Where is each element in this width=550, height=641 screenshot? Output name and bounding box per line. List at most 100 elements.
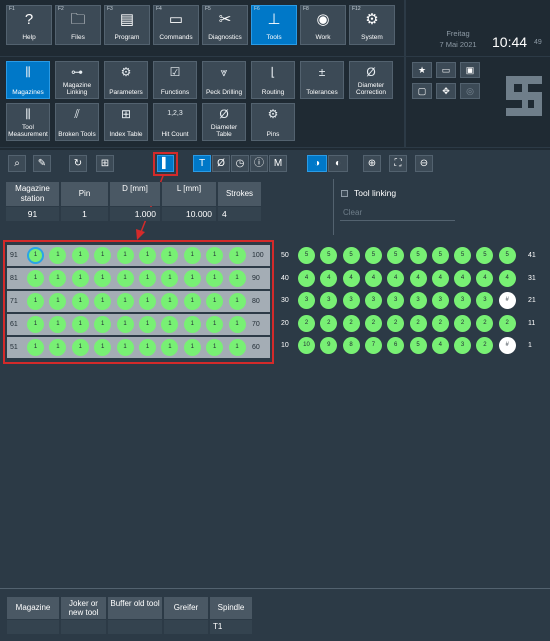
magazine-pin[interactable]: 3 xyxy=(454,292,472,309)
window-icon[interactable]: ▢ xyxy=(412,83,432,99)
magazine-pin[interactable]: 3 xyxy=(454,337,472,354)
magazine-pin[interactable]: 2 xyxy=(409,314,427,332)
magazine-pin[interactable]: 9 xyxy=(320,337,338,354)
magazine-pin[interactable]: 1 xyxy=(206,247,224,264)
magazine-pin[interactable]: 2 xyxy=(387,314,405,332)
magazine-pin[interactable]: 1 xyxy=(94,316,112,333)
parameters-button[interactable]: ⚙ Parameters xyxy=(104,61,148,99)
pins-button[interactable]: ⚙ Pins xyxy=(251,103,295,141)
refresh-search-icon[interactable]: ↻ xyxy=(69,155,87,172)
magazine-pin[interactable]: 4 xyxy=(387,269,405,287)
binoculars-icon[interactable]: ◎ xyxy=(460,83,480,99)
magazine-pin[interactable]: 4 xyxy=(342,269,360,287)
magazine-pin[interactable]: 1 xyxy=(94,247,112,264)
magazine-pin[interactable]: 1 xyxy=(139,339,156,356)
tool-measurement-button[interactable]: ⫼ Tool Measurement xyxy=(6,103,50,141)
magazine-pin[interactable]: 5 xyxy=(498,247,516,264)
magazine-pin[interactable]: 4 xyxy=(476,269,494,287)
magazine-pin[interactable]: 1 xyxy=(139,293,156,310)
keyboard-icon[interactable]: ▭ xyxy=(436,62,456,78)
magazine-pin[interactable]: 1 xyxy=(228,316,246,333)
magazine-pin[interactable]: 5 xyxy=(320,247,338,264)
magazine-pin[interactable]: 1 xyxy=(49,247,67,264)
magazine-pin[interactable]: 3 xyxy=(364,292,382,309)
program-button[interactable]: F3 ▤ Program xyxy=(104,5,150,45)
magazine-pin[interactable]: 3 xyxy=(342,292,360,309)
magazine-pin[interactable]: 1 xyxy=(228,270,246,287)
magazine-pin[interactable]: 1 xyxy=(116,316,134,333)
mode-diameter-button[interactable]: Ø xyxy=(212,155,230,172)
magazine-pin[interactable]: 2 xyxy=(476,314,494,332)
magazine-pin[interactable]: 1 xyxy=(71,247,89,264)
search-icon[interactable]: ⌕ xyxy=(8,155,26,172)
index-table-button[interactable]: ⊞ Index Table xyxy=(104,103,148,141)
magazine-pin[interactable]: 1 xyxy=(183,316,201,333)
magazine-pin[interactable]: 1 xyxy=(71,270,89,287)
magazine-pin[interactable]: # xyxy=(498,337,516,354)
magazine-pin[interactable]: 4 xyxy=(298,269,315,287)
files-button[interactable]: F2 🗀 Files xyxy=(55,5,101,45)
magazine-pin[interactable]: 4 xyxy=(364,269,382,287)
magazine-pin[interactable]: 2 xyxy=(431,314,449,332)
magazine-pin[interactable]: 5 xyxy=(409,247,427,264)
zoom-in-icon[interactable]: ⊕ xyxy=(363,155,381,172)
magazine-pin[interactable]: 4 xyxy=(409,269,427,287)
grid-select-icon[interactable]: ⊞ xyxy=(96,155,114,172)
magazine-pin[interactable]: 1 xyxy=(116,339,134,356)
eyedropper-icon[interactable]: ✎ xyxy=(33,155,51,172)
magazine-pin[interactable]: 1 xyxy=(183,270,201,287)
magazine-pin[interactable]: 4 xyxy=(431,337,449,354)
magazine-pin[interactable]: 2 xyxy=(342,314,360,332)
magazine-pin[interactable]: 1 xyxy=(116,270,134,287)
magazine-pin[interactable]: 1 xyxy=(206,293,224,310)
magazine-pin[interactable]: 1 xyxy=(161,293,179,310)
magazine-pin[interactable]: 3 xyxy=(320,292,338,309)
magazine-pin[interactable]: 5 xyxy=(431,247,449,264)
magazine-pin[interactable]: 1 xyxy=(94,339,112,356)
magazine-pin[interactable]: 3 xyxy=(476,292,494,309)
magazine-pin[interactable]: 5 xyxy=(409,337,427,354)
magazine-pin[interactable]: 3 xyxy=(298,292,315,309)
star-icon[interactable]: ★ xyxy=(412,62,432,78)
camera-icon[interactable]: ▣ xyxy=(460,62,480,78)
magazine-pin[interactable]: 1 xyxy=(116,293,134,310)
peck-drilling-button[interactable]: ⩔ Peck Drilling xyxy=(202,61,246,99)
diameter-table-button[interactable]: Ø Diameter Table xyxy=(202,103,246,141)
magazine-pin[interactable]: 1 xyxy=(161,316,179,333)
magazine-pin[interactable]: 3 xyxy=(431,292,449,309)
magazine-pin[interactable]: 1 xyxy=(49,316,67,333)
system-button[interactable]: F12 ⚙ System xyxy=(349,5,395,45)
magazine-pin[interactable]: 1 xyxy=(27,293,44,310)
tool-linking-checkbox[interactable] xyxy=(341,190,348,197)
magazine-pin[interactable]: 5 xyxy=(298,247,315,264)
magazine-pin[interactable]: 1 xyxy=(49,270,67,287)
diagnostics-button[interactable]: F5 ✂ Diagnostics xyxy=(202,5,248,45)
magazine-pin[interactable]: 1 xyxy=(206,316,224,333)
magazine-pin[interactable]: 2 xyxy=(454,314,472,332)
magazine-pin[interactable]: 2 xyxy=(476,337,494,354)
magazine-pin[interactable]: 10 xyxy=(298,337,315,354)
hit-count-button[interactable]: 1,2,3 Hit Count xyxy=(153,103,197,141)
mode-t-button[interactable]: T xyxy=(193,155,211,172)
magazine-pin[interactable]: 1 xyxy=(206,339,224,356)
routing-button[interactable]: ⌊ Routing xyxy=(251,61,295,99)
magazine-pin[interactable]: 1 xyxy=(161,247,179,264)
magazine-pin[interactable]: 5 xyxy=(387,247,405,264)
magazine-pin[interactable]: 1 xyxy=(228,339,246,356)
magazine-pin[interactable]: 2 xyxy=(320,314,338,332)
diameter-correction-button[interactable]: Ø Diameter Correction xyxy=(349,61,393,99)
magazine-pin[interactable]: 8 xyxy=(342,337,360,354)
magazine-pin[interactable]: 6 xyxy=(387,337,405,354)
magazine-pin[interactable]: 1 xyxy=(27,247,44,264)
zoom-out-icon[interactable]: ⊖ xyxy=(415,155,433,172)
magazine-pin[interactable]: 2 xyxy=(298,314,315,332)
magazine-pin[interactable]: 1 xyxy=(183,339,201,356)
magazine-pin[interactable]: 1 xyxy=(228,293,246,310)
work-button[interactable]: F8 ◉ Work xyxy=(300,5,346,45)
tools-button[interactable]: F6 ⊥ Tools xyxy=(251,5,297,45)
magazine-pin[interactable]: 4 xyxy=(320,269,338,287)
magazine-pin[interactable]: 1 xyxy=(161,339,179,356)
magazine-pin[interactable]: 1 xyxy=(139,270,156,287)
magazine-pin[interactable]: 5 xyxy=(342,247,360,264)
color-view-icon[interactable]: ◐ xyxy=(328,155,348,172)
